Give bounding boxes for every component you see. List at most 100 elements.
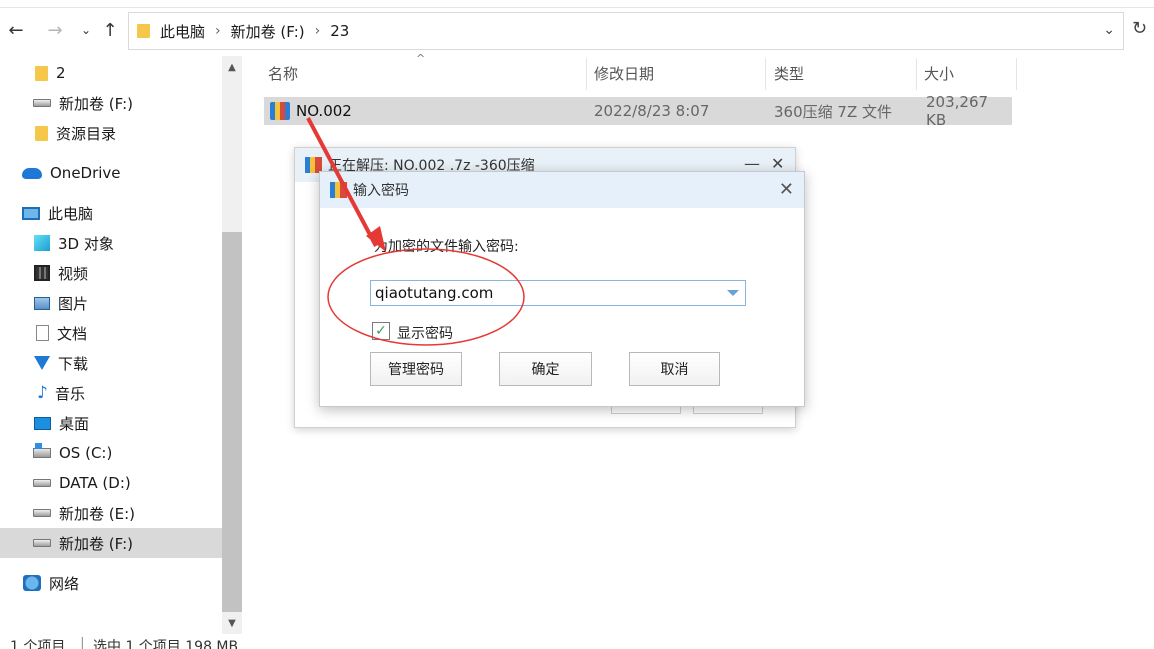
status-separator: | — [80, 636, 85, 649]
status-item-count: 1 个项目 — [10, 639, 66, 649]
file-row[interactable]: NO.002 2022/8/23 8:07 360压缩 7Z 文件 203,26… — [264, 93, 1012, 129]
sidebar-item-drive-c[interactable]: OS (C:) — [0, 438, 222, 468]
videos-icon — [34, 265, 50, 281]
hidden-button-edge — [611, 406, 681, 414]
hidden-button-edge — [693, 406, 763, 414]
manage-passwords-button[interactable]: 管理密码 — [370, 352, 462, 386]
documents-icon — [36, 325, 49, 341]
drive-icon — [33, 509, 51, 517]
navigation-bar: ← → ⌄ ↑ 此电脑 › 新加卷 (F:) › 23 ⌄ ↻ — [0, 8, 1154, 54]
password-dialog-title: 输入密码 — [353, 183, 409, 199]
up-button[interactable]: ↑ — [98, 16, 122, 44]
drive-icon — [33, 539, 51, 547]
downloads-icon — [34, 356, 50, 370]
password-dialog-titlebar: 输入密码 — [320, 172, 804, 208]
sidebar-item-network[interactable]: 网络 — [0, 568, 222, 598]
sidebar-item-drive-f[interactable]: 新加卷 (F:) — [0, 528, 222, 558]
sidebar-item-drive-e[interactable]: 新加卷 (E:) — [0, 498, 222, 528]
address-history-dropdown[interactable]: ⌄ — [1103, 22, 1115, 38]
show-password-checkbox[interactable]: ✓ — [372, 322, 390, 340]
this-pc-icon — [22, 206, 40, 220]
sidebar-item-label: 新加卷 (F:) — [59, 534, 133, 553]
sidebar-item-label: 图片 — [58, 294, 89, 313]
sidebar-item-3d-objects[interactable]: 3D 对象 — [0, 228, 222, 258]
os-drive-icon — [33, 443, 51, 458]
sidebar-item-folder-2[interactable]: 2 — [0, 58, 222, 88]
scroll-up-icon[interactable]: ▲ — [222, 56, 242, 78]
folder-icon — [35, 65, 48, 81]
folder-icon — [35, 125, 48, 141]
password-input[interactable]: qiaotutang.com — [370, 280, 746, 306]
desktop-icon — [34, 416, 51, 430]
column-header-name[interactable]: 名称 — [268, 58, 298, 88]
3d-objects-icon — [34, 235, 50, 251]
network-icon — [23, 575, 41, 591]
breadcrumb-item[interactable]: 23 — [330, 22, 349, 40]
breadcrumb-item[interactable]: 新加卷 (F:) — [231, 21, 305, 42]
column-header-modified[interactable]: 修改日期 — [594, 58, 654, 88]
sidebar-item-label: 文档 — [57, 324, 88, 343]
music-icon: ♪ — [37, 383, 48, 403]
column-header-size[interactable]: 大小 — [924, 58, 954, 88]
breadcrumb-item[interactable]: 此电脑 — [160, 21, 205, 42]
sidebar-item-pictures[interactable]: 图片 — [0, 288, 222, 318]
drive-icon — [33, 99, 51, 107]
password-prompt: 为加密的文件输入密码: — [374, 239, 519, 255]
sidebar-item-videos[interactable]: 视频 — [0, 258, 222, 288]
checkmark-icon: ✓ — [375, 323, 387, 339]
sidebar-item-drive-f-quick[interactable]: 新加卷 (F:) — [0, 88, 222, 118]
file-name: NO.002 — [296, 102, 352, 120]
sidebar-item-label: 新加卷 (E:) — [59, 504, 136, 523]
archive-file-icon — [270, 102, 290, 120]
refresh-icon[interactable]: ↻ — [1132, 18, 1147, 39]
sidebar-item-resource-dir[interactable]: 资源目录 — [0, 118, 222, 148]
sidebar-item-drive-d[interactable]: DATA (D:) — [0, 468, 222, 498]
sidebar-item-label: 新加卷 (F:) — [59, 94, 133, 113]
sidebar-item-documents[interactable]: 文档 — [0, 318, 222, 348]
sort-ascending-icon: ^ — [416, 52, 426, 65]
sidebar-item-label: 资源目录 — [56, 124, 117, 143]
sidebar-item-desktop[interactable]: 桌面 — [0, 408, 222, 438]
scroll-down-icon[interactable]: ▼ — [222, 612, 242, 634]
chevron-down-icon: ⌄ — [80, 23, 92, 37]
address-bar[interactable]: 此电脑 › 新加卷 (F:) › 23 ⌄ — [128, 12, 1124, 50]
sidebar-item-label: 桌面 — [59, 414, 90, 433]
password-value: qiaotutang.com — [375, 284, 494, 302]
column-header-label: 名称 — [268, 64, 299, 83]
back-button[interactable]: ← — [4, 16, 28, 44]
sidebar-item-label: DATA (D:) — [59, 474, 131, 492]
navigation-pane: 2 新加卷 (F:) 资源目录 OneDrive 此电脑 3D 对象 视频 图片… — [0, 56, 222, 636]
sidebar-item-label: 下载 — [58, 354, 89, 373]
sidebar-item-label: 网络 — [49, 574, 80, 593]
chevron-right-icon[interactable]: › — [315, 23, 321, 39]
sidebar-item-downloads[interactable]: 下载 — [0, 348, 222, 378]
sidebar-item-label: 2 — [56, 64, 66, 82]
column-header-type[interactable]: 类型 — [774, 58, 804, 88]
sidebar-item-label: OS (C:) — [59, 444, 113, 462]
column-divider[interactable] — [765, 58, 766, 90]
close-icon[interactable]: ✕ — [779, 179, 794, 200]
column-divider[interactable] — [1016, 58, 1017, 90]
recent-locations-button[interactable]: ⌄ — [74, 16, 98, 44]
onedrive-icon — [22, 167, 42, 179]
up-arrow-icon: ↑ — [102, 19, 118, 41]
scrollbar-thumb[interactable] — [222, 232, 242, 612]
chevron-right-icon[interactable]: › — [215, 23, 221, 39]
forward-button[interactable]: → — [43, 16, 67, 44]
back-arrow-icon: ← — [8, 19, 24, 41]
ok-button[interactable]: 确定 — [499, 352, 592, 386]
chevron-down-icon[interactable] — [727, 290, 739, 296]
sidebar-item-label: 此电脑 — [48, 204, 94, 223]
sidebar-item-music[interactable]: ♪ 音乐 — [0, 378, 222, 408]
status-selected: 选中 1 个项目 198 MB — [93, 639, 239, 649]
sidebar-item-this-pc[interactable]: 此电脑 — [0, 198, 222, 228]
breadcrumb: 此电脑 › 新加卷 (F:) › 23 — [160, 21, 349, 42]
sidebar-item-onedrive[interactable]: OneDrive — [0, 158, 222, 188]
show-password-label[interactable]: 显示密码 — [397, 323, 453, 343]
sidebar-scrollbar[interactable]: ▲ ▼ — [222, 56, 242, 634]
360zip-app-icon — [330, 182, 347, 198]
column-divider[interactable] — [586, 58, 587, 90]
cancel-button[interactable]: 取消 — [629, 352, 720, 386]
status-bar: 1 个项目 | 选中 1 个项目 198 MB — [0, 634, 1154, 649]
column-divider[interactable] — [916, 58, 917, 90]
